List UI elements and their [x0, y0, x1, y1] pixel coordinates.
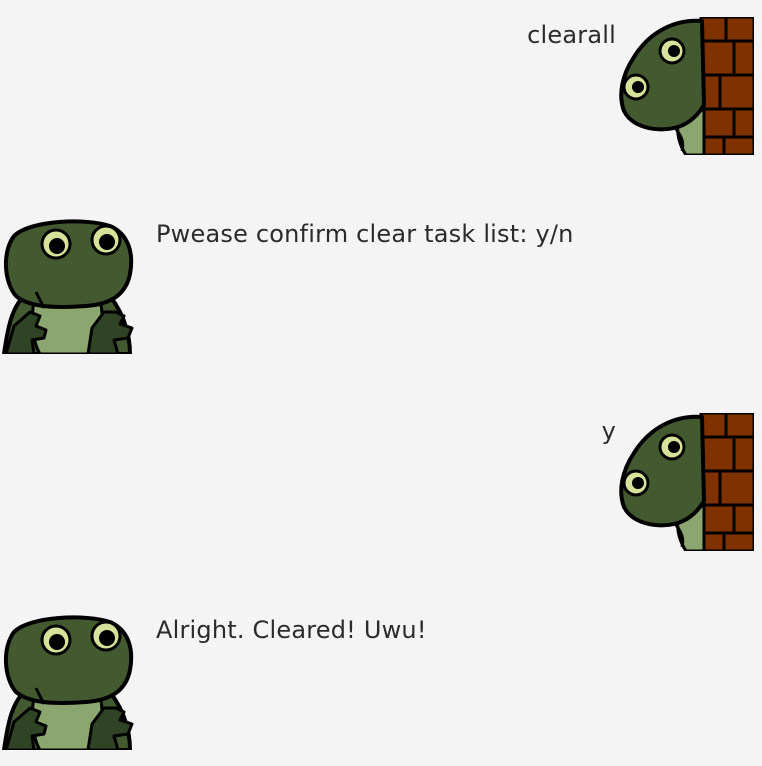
message-text: clearall: [527, 21, 616, 49]
message-text: Pwease confirm clear task list: y/n: [156, 220, 574, 248]
message-text: y: [601, 417, 616, 445]
turtle-peeking-from-brick-wall-icon: [616, 413, 754, 551]
turtle-peeking-from-brick-wall-icon: [616, 17, 754, 155]
chat-message-user: clearall: [0, 0, 762, 140]
chat-message-bot: Pwease confirm clear task list: y/n: [0, 199, 762, 339]
chat-message-bot: Alright. Cleared! Uwu!: [0, 595, 762, 735]
turtle-bot-avatar-icon: [0, 612, 138, 750]
message-text: Alright. Cleared! Uwu!: [156, 616, 427, 644]
turtle-bot-avatar-icon: [0, 216, 138, 354]
chat-message-user: y: [0, 396, 762, 536]
